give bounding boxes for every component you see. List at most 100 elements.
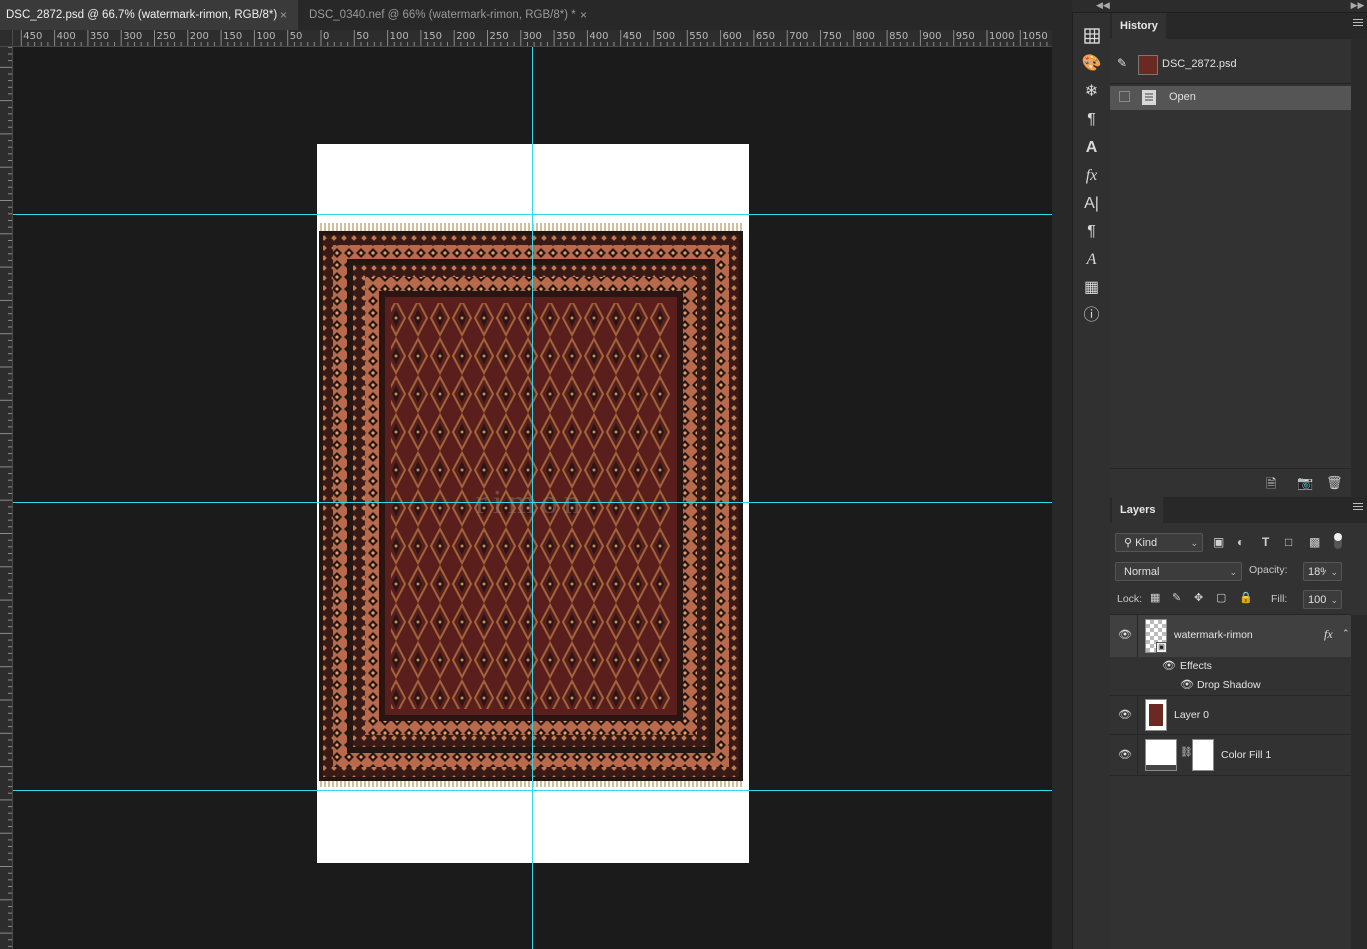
- document-canvas[interactable]: rimon: [13, 47, 1052, 949]
- vertical-ruler[interactable]: [0, 30, 13, 949]
- ruler-label: 550: [689, 31, 709, 42]
- 3d-icon[interactable]: ▦: [1073, 275, 1110, 301]
- ruler-label: 450: [622, 31, 642, 42]
- layer-row-layer-0[interactable]: 👁 Layer 0: [1110, 696, 1351, 735]
- blend-mode-select[interactable]: Normal ⌄: [1115, 562, 1242, 581]
- panel-icon-strip: 🎨 ❄ ¶ A fx A| ¶ A ▦ ⓘ: [1072, 13, 1111, 949]
- visibility-eye-icon[interactable]: 👁: [1180, 678, 1194, 691]
- history-panel: History ✎ DSC_2872.psd Open 🗎 📷 🗑: [1110, 13, 1367, 497]
- ruler-label: 100: [389, 31, 409, 42]
- effects-label: Effects: [1180, 660, 1212, 672]
- ruler-label: 50: [356, 31, 370, 42]
- blend-mode-value: Normal: [1124, 566, 1160, 578]
- fill-dropdown[interactable]: ⌄: [1326, 590, 1342, 609]
- filter-type-icon[interactable]: T: [1262, 535, 1269, 549]
- ruler-origin[interactable]: [0, 30, 13, 47]
- ruler-label: 250: [156, 31, 176, 42]
- visibility-eye-icon[interactable]: 👁: [1118, 628, 1132, 641]
- close-tab-icon[interactable]: ×: [280, 8, 287, 22]
- lock-position-icon[interactable]: ✥: [1194, 591, 1203, 604]
- link-chain-icon[interactable]: ⛓: [1180, 747, 1193, 758]
- tab-dsc-0340[interactable]: DSC_0340.nef @ 66% (watermark-rimon, RGB…: [303, 0, 595, 30]
- opacity-dropdown[interactable]: ⌄: [1326, 562, 1342, 581]
- collapse-arrows-icon[interactable]: ▶▶: [1348, 0, 1367, 12]
- paragraph-style-icon[interactable]: ¶: [1073, 107, 1110, 133]
- info-icon[interactable]: ⓘ: [1073, 303, 1110, 329]
- ruler-label: 100: [256, 31, 276, 42]
- snapshot-thumbnail: [1138, 55, 1158, 75]
- layers-panel-header: Layers: [1110, 497, 1367, 523]
- ruler-label: 350: [89, 31, 109, 42]
- layers-scrollbar[interactable]: [1351, 615, 1367, 949]
- visibility-eye-icon[interactable]: 👁: [1162, 659, 1176, 672]
- tab-label: DSC_2872.psd @ 66.7% (watermark-rimon, R…: [6, 9, 278, 21]
- collapse-arrows-icon[interactable]: ◀◀: [1096, 0, 1110, 11]
- trash-icon[interactable]: 🗑: [1326, 475, 1343, 491]
- layer-name: Layer 0: [1174, 709, 1210, 721]
- layer-effect-drop-shadow[interactable]: 👁 Drop Shadow: [1110, 676, 1351, 696]
- filter-kind-value: Kind: [1135, 537, 1158, 549]
- panel-menu-icon[interactable]: [1353, 503, 1363, 513]
- history-state[interactable]: Open: [1110, 86, 1351, 110]
- chevron-down-icon: ⌄: [1229, 567, 1237, 577]
- tab-history[interactable]: History: [1112, 13, 1166, 39]
- search-icon: ⚲: [1124, 537, 1133, 549]
- visibility-eye-icon[interactable]: 👁: [1118, 748, 1132, 761]
- grid-icon[interactable]: [1073, 23, 1110, 49]
- lock-transparent-pixels-icon[interactable]: ▦: [1150, 591, 1160, 604]
- lock-image-pixels-icon[interactable]: ✎: [1172, 591, 1181, 604]
- new-document-from-state-icon[interactable]: 🗎: [1266, 475, 1276, 497]
- filter-shape-icon[interactable]: □: [1285, 535, 1292, 549]
- filter-smart-object-icon[interactable]: ▩: [1309, 535, 1320, 549]
- ruler-label: 650: [755, 31, 775, 42]
- layer-thumbnail: ▣: [1145, 619, 1167, 653]
- glyphs-icon[interactable]: A: [1073, 247, 1110, 273]
- panel-menu-icon[interactable]: [1353, 19, 1363, 29]
- ruler-label: 850: [889, 31, 909, 42]
- history-snapshot[interactable]: ✎ DSC_2872.psd: [1110, 53, 1351, 77]
- tab-label: DSC_0340.nef @ 66% (watermark-rimon, RGB…: [309, 9, 576, 21]
- visibility-eye-icon[interactable]: 👁: [1118, 708, 1132, 721]
- dock-collapse-bar[interactable]: ◀◀: [1072, 0, 1367, 13]
- filter-pixel-icon[interactable]: ▣: [1213, 535, 1224, 549]
- fx-icon[interactable]: fx: [1324, 627, 1333, 642]
- prevent-autonest-icon[interactable]: ▢: [1216, 591, 1226, 604]
- filter-adjustment-icon[interactable]: ◐: [1237, 535, 1244, 549]
- character-style-icon[interactable]: A: [1073, 135, 1110, 161]
- history-checkbox[interactable]: [1119, 91, 1130, 102]
- ruler-label: 1000: [989, 31, 1015, 42]
- layer-row-color-fill-1[interactable]: 👁 ⛓ Color Fill 1: [1110, 735, 1351, 776]
- guide-vertical[interactable]: [532, 47, 533, 949]
- character-icon[interactable]: A|: [1073, 191, 1110, 217]
- ruler-label: 950: [955, 31, 975, 42]
- document-icon: [1142, 90, 1156, 105]
- chevron-up-icon[interactable]: ⌃: [1342, 628, 1350, 639]
- filter-toggle[interactable]: [1334, 533, 1342, 549]
- paragraph-icon[interactable]: ¶: [1073, 219, 1110, 245]
- history-state-label: Open: [1169, 91, 1196, 103]
- ruler-label: 900: [922, 31, 942, 42]
- ruler-label: 150: [223, 31, 243, 42]
- ruler-label: 0: [323, 31, 330, 42]
- horizontal-ruler[interactable]: 450 400 350 300 250 200 150 100 50 0 50 100 150 200 25…: [12, 30, 1052, 47]
- snowflake-icon[interactable]: ❄: [1073, 79, 1110, 105]
- document-tab-bar: DSC_2872.psd @ 66.7% (watermark-rimon, R…: [0, 0, 1052, 30]
- layer-row-watermark-rimon[interactable]: 👁 ▣ watermark-rimon fx ⌃: [1110, 615, 1351, 658]
- lock-all-icon[interactable]: 🔒: [1239, 591, 1253, 604]
- ruler-label: 350: [556, 31, 576, 42]
- history-footer: 🗎 📷 🗑: [1110, 468, 1351, 497]
- history-scrollbar[interactable]: [1351, 39, 1367, 497]
- layer-mask-thumbnail[interactable]: [1192, 739, 1214, 771]
- tab-dsc-2872[interactable]: DSC_2872.psd @ 66.7% (watermark-rimon, R…: [0, 0, 298, 30]
- history-panel-header: History: [1110, 13, 1367, 39]
- layer-effects-row[interactable]: 👁 Effects: [1110, 657, 1351, 676]
- palette-icon[interactable]: 🎨: [1073, 51, 1110, 77]
- history-brush-icon[interactable]: ✎: [1117, 56, 1127, 70]
- close-tab-icon[interactable]: ×: [580, 8, 587, 22]
- ruler-label: 250: [489, 31, 509, 42]
- fx-icon[interactable]: fx: [1073, 163, 1110, 189]
- ruler-label: 800: [855, 31, 875, 42]
- camera-icon[interactable]: 📷: [1297, 475, 1313, 491]
- tab-layers[interactable]: Layers: [1112, 497, 1164, 523]
- layer-filter-select[interactable]: ⚲ Kind ⌄: [1115, 533, 1203, 552]
